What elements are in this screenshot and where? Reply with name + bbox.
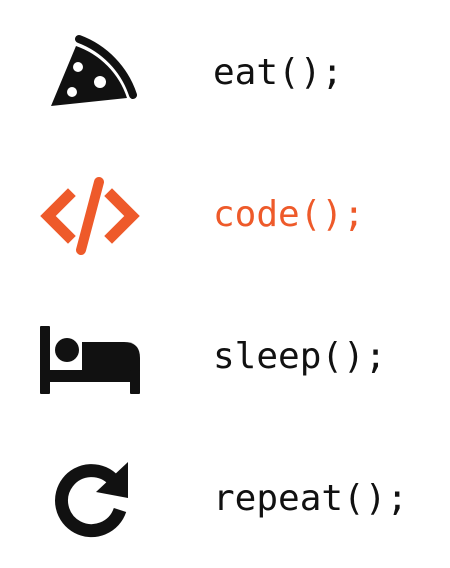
item-label: eat(); bbox=[213, 52, 344, 93]
item-label: sleep(); bbox=[213, 336, 387, 377]
list-item-repeat: repeat(); bbox=[0, 444, 450, 554]
redo-arrow-icon bbox=[55, 462, 128, 538]
code-brackets-icon bbox=[40, 177, 140, 255]
list-item-sleep: sleep(); bbox=[0, 302, 450, 412]
item-label: repeat(); bbox=[213, 478, 409, 519]
item-label: code(); bbox=[213, 194, 365, 235]
bed-icon bbox=[40, 326, 140, 394]
list-item-code: code(); bbox=[0, 160, 450, 270]
pizza-slice-icon bbox=[51, 35, 137, 106]
list-item-eat: eat(); bbox=[0, 18, 450, 128]
